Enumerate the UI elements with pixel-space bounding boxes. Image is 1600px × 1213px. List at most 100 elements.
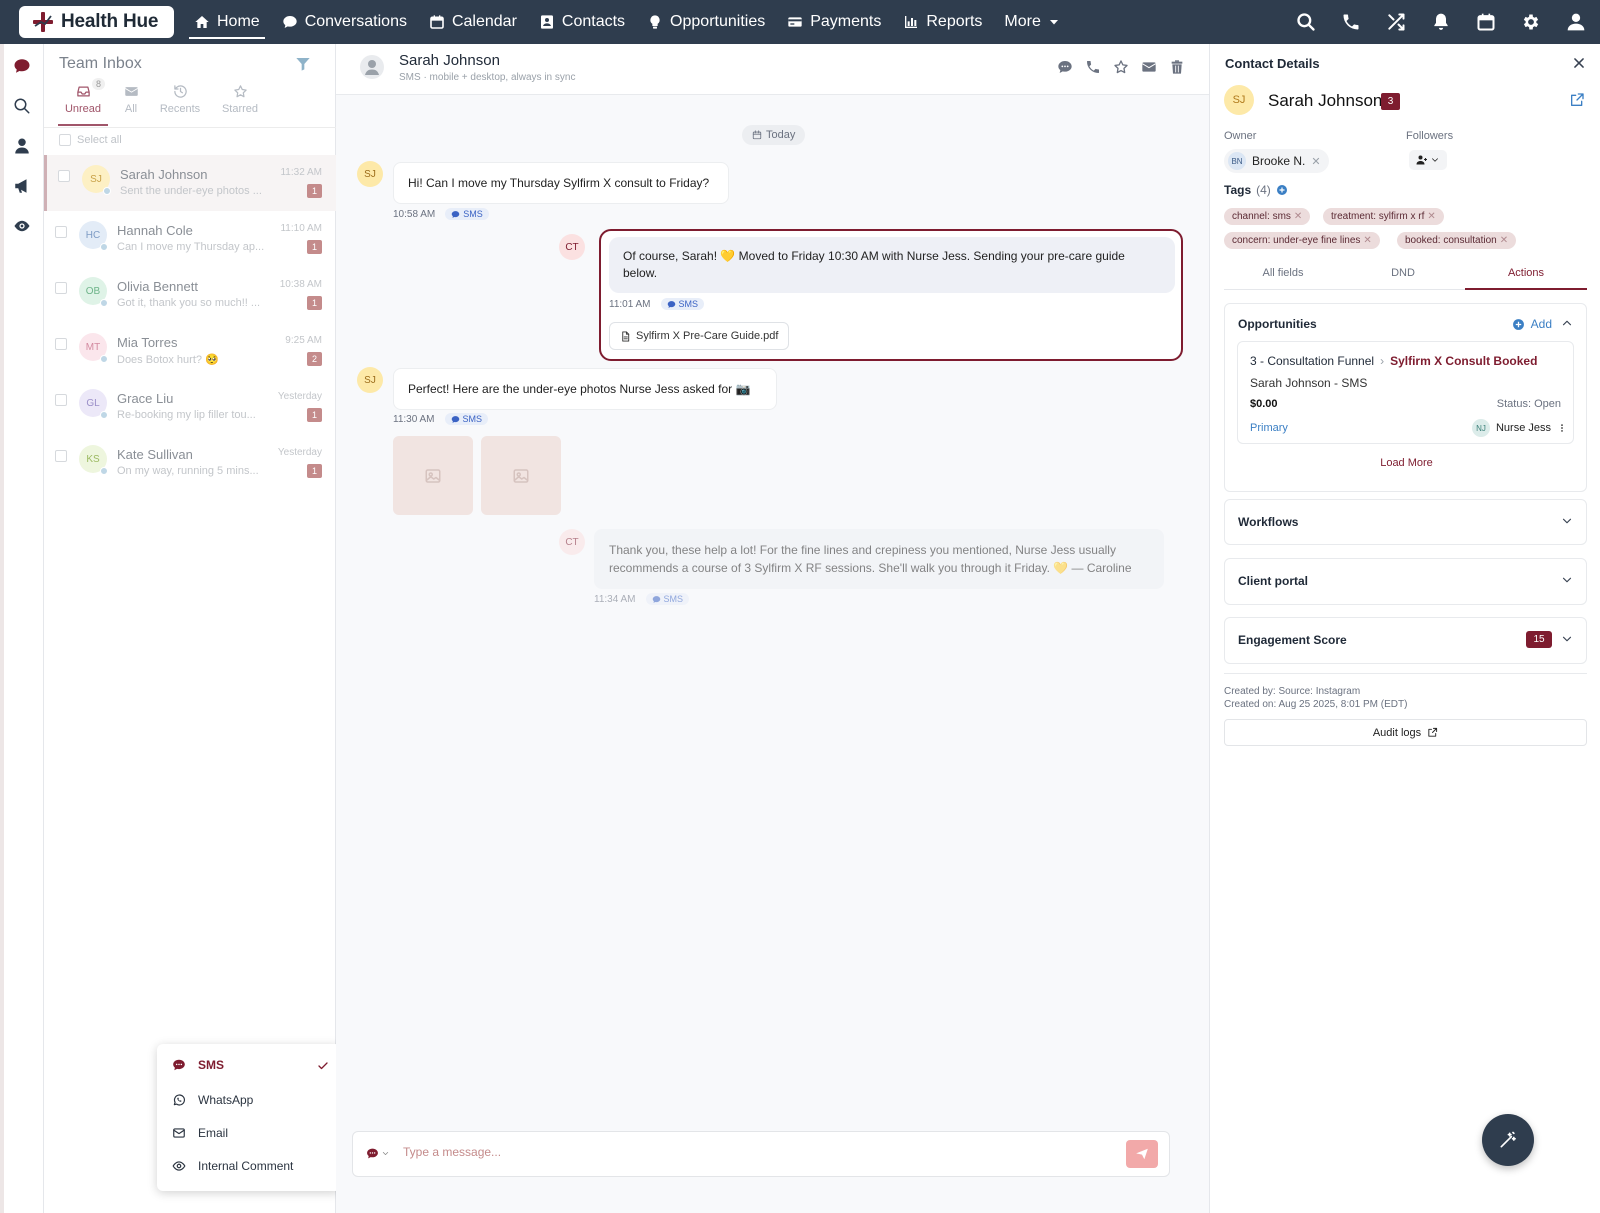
user-icon[interactable] [13,137,31,155]
nav-label: Conversations [304,13,407,30]
engagement-score-card[interactable]: Engagement Score 15 [1224,617,1587,664]
load-more-link[interactable]: Load More [1225,457,1588,469]
conversation-checkbox[interactable] [58,170,70,182]
more-vertical-icon[interactable] [1557,422,1567,434]
tag-chip[interactable]: booked: consultation ✕ [1397,232,1517,249]
tab-all[interactable]: All [106,84,156,115]
search-icon[interactable] [1296,12,1316,32]
nav-more[interactable]: More [993,0,1070,44]
owner-name: Nurse Jess [1495,422,1551,434]
attachment-file[interactable]: Sylfirm X Pre-Care Guide.pdf [609,322,790,350]
channel-option-email[interactable]: Email [172,1126,228,1140]
channel-option-sms[interactable]: SMS [172,1058,224,1072]
nav-conversations[interactable]: Conversations [271,0,418,44]
channel-option-whatsapp[interactable]: WhatsApp [172,1093,253,1107]
conversation-item[interactable]: MT Mia Torres Does Botox hurt? 🥺 9:25 AM 2 [44,323,336,379]
ai-assist-button[interactable] [1482,1114,1534,1166]
tab-dnd[interactable]: DND [1344,267,1462,279]
nav-home[interactable]: Home [183,0,271,44]
conversation-item[interactable]: GL Grace Liu Re-booking my lip filler tou.… [44,379,336,435]
shuffle-icon[interactable] [1386,12,1406,32]
trash-icon[interactable] [1169,59,1185,75]
conversation-item[interactable]: OB Olivia Bennett Got it, thank you so muc… [44,267,336,323]
channel-option-internal-comment[interactable]: Internal Comment [172,1159,293,1173]
sms-icon [173,1059,185,1071]
chat-icon [652,595,660,603]
remove-tag-icon[interactable]: ✕ [1427,211,1435,222]
message-input[interactable] [403,1145,1043,1159]
filter-icon[interactable] [295,56,311,72]
workflows-card[interactable]: Workflows [1224,499,1587,545]
phone-icon[interactable] [1085,59,1101,75]
conversation-item[interactable]: KS Kate Sullivan On my way, running 5 mins… [44,435,336,491]
owner-chip[interactable]: BN Brooke N. ✕ [1224,149,1329,173]
client-portal-card[interactable]: Client portal [1224,558,1587,605]
tag-chip[interactable]: channel: sms ✕ [1224,208,1311,225]
nav-contacts[interactable]: Contacts [528,0,636,44]
nav-payments[interactable]: Payments [776,0,892,44]
tab-all-fields[interactable]: All fields [1224,267,1342,279]
remove-owner-icon[interactable]: ✕ [1311,155,1320,168]
audit-logs-label: Audit logs [1372,726,1422,739]
star-icon[interactable] [1113,59,1129,75]
search-icon[interactable] [13,97,31,115]
opportunity-item[interactable]: 3 - Consultation Funnel › Sylfirm X Cons… [1237,341,1574,444]
user-icon [365,60,379,75]
brand-logo[interactable]: Health Hue [19,6,174,38]
tab-label: Unread [64,103,102,115]
megaphone-icon[interactable] [13,177,31,195]
avatar: BN [1228,152,1246,170]
user-icon[interactable] [1566,12,1586,32]
add-follower-button[interactable] [1409,150,1447,170]
close-icon[interactable] [1572,56,1586,70]
conversation-checkbox[interactable] [55,394,67,406]
external-link-icon[interactable] [1569,92,1585,108]
tag-chip[interactable]: treatment: sylfirm x rf ✕ [1323,208,1444,225]
chevron-down-icon[interactable] [1560,514,1574,528]
eye-icon[interactable] [13,217,31,235]
tags-header: Tags (4) [1224,183,1288,197]
highlighted-message[interactable]: Of course, Sarah! 💛 Moved to Friday 10:3… [599,229,1183,361]
conversation-checkbox[interactable] [55,282,67,294]
image-icon [513,468,529,483]
image-attachment[interactable] [393,436,473,515]
conversation-checkbox[interactable] [55,226,67,238]
nav-opportunities[interactable]: Opportunities [636,0,776,44]
tab-actions[interactable]: Actions [1465,267,1587,279]
pipeline-separator: › [1380,354,1385,368]
calendar-icon[interactable] [1476,12,1496,32]
tab-starred[interactable]: Starred [215,84,265,115]
select-all[interactable]: Select all [59,134,122,146]
chat-icon[interactable] [1057,59,1073,75]
remove-tag-icon[interactable]: ✕ [1500,235,1508,246]
remove-tag-icon[interactable]: ✕ [1294,211,1302,222]
tag-chip[interactable]: concern: under-eye fine lines ✕ [1224,232,1380,249]
message-bubble: Of course, Sarah! 💛 Moved to Friday 10:3… [609,237,1175,293]
conversation-checkbox[interactable] [55,450,67,462]
bell-icon[interactable] [1431,12,1451,32]
select-all-checkbox[interactable] [59,134,71,146]
mail-icon[interactable] [1141,59,1157,75]
add-opportunity-button[interactable]: Add [1512,317,1552,331]
conversation-checkbox[interactable] [55,338,67,350]
nav-calendar[interactable]: Calendar [418,0,528,44]
chevron-down-icon[interactable] [1560,632,1574,646]
chevron-up-icon[interactable] [1560,316,1574,330]
image-attachment[interactable] [481,436,561,515]
message-meta: 10:58 AM SMS [393,208,489,220]
tab-recents[interactable]: Recents [155,84,205,115]
send-button[interactable] [1126,1140,1158,1168]
chevron-down-icon[interactable] [1560,573,1574,587]
chat-icon[interactable] [13,57,31,75]
conversation-item[interactable]: SJ Sarah Johnson Sent the under-eye photos… [44,155,336,211]
phone-icon[interactable] [1341,12,1361,32]
conversation-item[interactable]: HC Hannah Cole Can I move my Thursday ap..… [44,211,336,267]
gear-icon[interactable] [1521,12,1541,32]
remove-tag-icon[interactable]: ✕ [1363,235,1371,246]
nav-reports[interactable]: Reports [892,0,993,44]
audit-logs-button[interactable]: Audit logs [1224,719,1587,746]
conversation-preview: Sent the under-eye photos ... [120,185,262,197]
conversation-name: Hannah Cole [117,223,193,238]
channel-selector[interactable] [366,1147,390,1160]
add-circle-icon[interactable] [1276,184,1288,196]
